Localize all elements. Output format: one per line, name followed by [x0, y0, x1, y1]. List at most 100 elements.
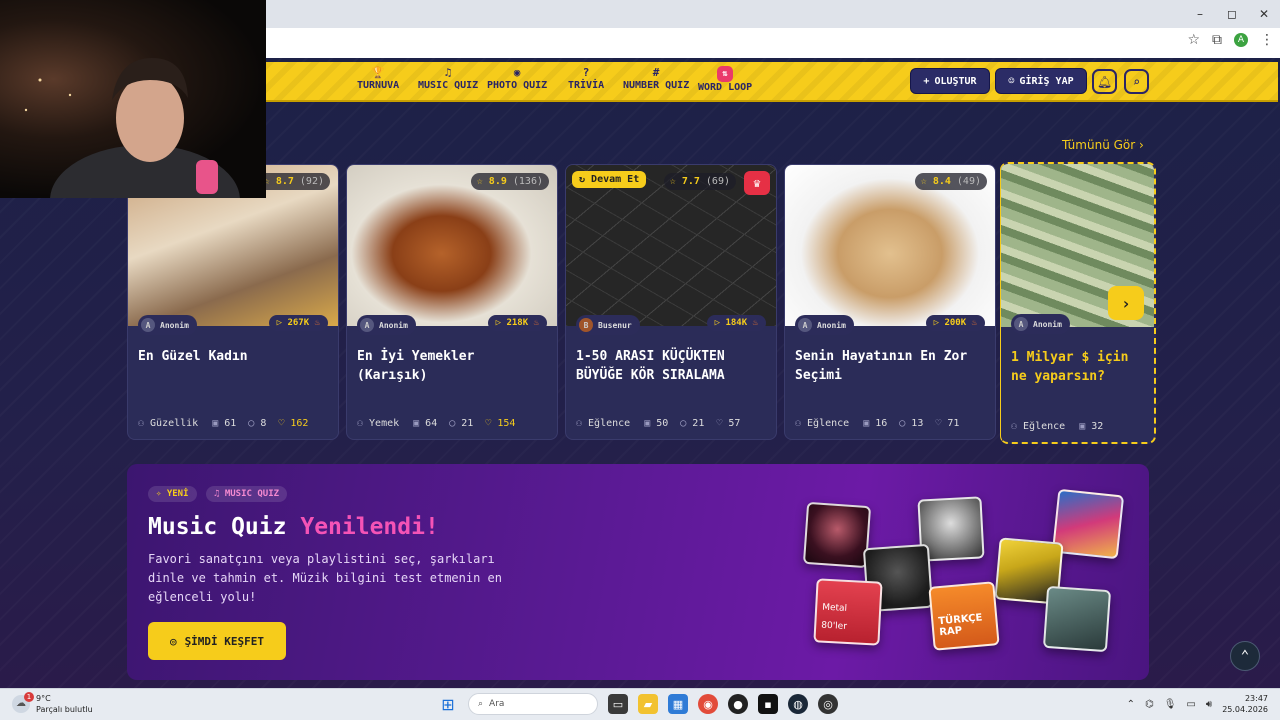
questions-icon: ▣: [1079, 421, 1086, 432]
card-stats: ⚇ Yemek ▣ 64 ◯ 21 ♡ 154: [357, 418, 547, 429]
trophy-icon: 🏆: [371, 66, 385, 79]
quiz-card[interactable]: ↻ Devam Et ☆ 7.7 (69) ♛ B Busenur ▷ 184K …: [565, 164, 777, 440]
rating-value: 8.9: [488, 176, 507, 187]
weather-badge: 1: [24, 692, 34, 702]
clock-date: 25.04.2026: [1222, 705, 1268, 714]
volume-icon[interactable]: 🔊︎: [1206, 699, 1212, 710]
nav-trivia[interactable]: ? TRİVİA: [568, 66, 604, 91]
question-count: 32: [1091, 421, 1104, 432]
store-icon[interactable]: ▦: [668, 694, 688, 714]
author-pill[interactable]: A Anonim: [795, 315, 854, 335]
play-count: ▷ 218K ♨: [487, 315, 547, 331]
microphone-icon[interactable]: 🎙︎: [1164, 699, 1177, 710]
play-count-value: 184K: [725, 318, 748, 328]
see-all-link[interactable]: Tümünü Gör ›: [1062, 138, 1144, 152]
clock[interactable]: 23:47 25.04.2026: [1222, 693, 1268, 715]
discover-button[interactable]: ◎ ŞİMDİ KEŞFET: [148, 622, 286, 660]
nav-music-quiz[interactable]: ♫ MUSIC QUIZ: [418, 66, 478, 91]
chevron-right-icon: ›: [1121, 293, 1131, 313]
rating-badge: ☆ 8.4 (49): [914, 173, 987, 190]
tile-label: TÜRKÇE RAP: [937, 612, 983, 639]
comment-count: 8: [260, 418, 267, 429]
terminal-icon[interactable]: ▪: [758, 694, 778, 714]
browser-menu-icon[interactable]: ⋮: [1260, 32, 1274, 48]
quiz-card[interactable]: ☆ 8.9 (136) A Anonim ▷ 218K ♨ En İyi Yeme…: [346, 164, 558, 440]
card-stats: ⚇ Güzellik ▣ 61 ◯ 8 ♡ 162: [138, 418, 328, 429]
site-navbar: 🏆 TURNUVA ♫ MUSIC QUIZ ◉ PHOTO QUIZ ? TR…: [266, 62, 1278, 102]
search-button[interactable]: ⌕: [1124, 69, 1149, 94]
windows-start-icon[interactable]: ⊞: [438, 694, 458, 714]
card-stats: ⚇ Eğlence ▣ 16 ◯ 13 ♡ 71: [795, 418, 985, 429]
extensions-icon[interactable]: ⧉: [1212, 32, 1222, 48]
notifications-button[interactable]: 🔔︎: [1092, 69, 1117, 94]
rating-count: (136): [512, 176, 543, 187]
heart-icon[interactable]: ♡: [278, 418, 284, 429]
category-label: Eğlence: [1023, 421, 1066, 432]
fire-icon: ♨: [314, 318, 320, 328]
carousel-next-button[interactable]: ›: [1108, 286, 1144, 320]
obs-icon[interactable]: ◎: [818, 694, 838, 714]
category-label: Eğlence: [588, 418, 631, 429]
bookmark-star-icon[interactable]: ☆: [1187, 32, 1200, 48]
create-button[interactable]: + OLUŞTUR: [910, 68, 990, 94]
nav-label: TRİVİA: [568, 80, 605, 91]
chrome-icon[interactable]: ◉: [698, 694, 718, 714]
author-pill[interactable]: A Anonim: [357, 315, 416, 335]
heart-icon[interactable]: ♡: [485, 418, 491, 429]
taskbar-apps: ⊞ ⌕ Ara ▭ ▰ ▦ ◉ ● ▪ ◍ ◎: [438, 693, 838, 715]
crown-icon: ♛: [744, 171, 770, 195]
author-pill[interactable]: B Busenur: [576, 315, 640, 335]
weather-widget[interactable]: ☁ 1 9°C Parçalı bulutlu: [12, 692, 93, 715]
author-pill[interactable]: A Anonim: [1011, 314, 1070, 334]
nav-turnuva[interactable]: 🏆 TURNUVA: [357, 66, 399, 91]
question-count: 50: [656, 418, 669, 429]
file-explorer-icon[interactable]: ▰: [638, 694, 658, 714]
display-icon[interactable]: ▭: [1186, 699, 1195, 710]
album-tile-rap: TÜRKÇE RAP: [928, 581, 1000, 651]
like-count: 162: [290, 418, 309, 429]
app-icon[interactable]: ●: [728, 694, 748, 714]
rating-badge: ☆ 8.7 (92): [257, 173, 330, 190]
rating-value: 8.4: [932, 176, 951, 187]
browser-toolbar: ☆ ⧉ A ⋮: [1187, 32, 1274, 48]
like-count: 57: [728, 418, 741, 429]
card-title: 1 Milyar $ için ne yaparsın?: [1011, 350, 1129, 384]
temperature: 9°C: [36, 694, 51, 703]
author-pill[interactable]: A Anonim: [138, 315, 197, 335]
play-count: ▷ 184K ♨: [706, 315, 766, 331]
heart-icon[interactable]: ♡: [716, 418, 722, 429]
close-button[interactable]: ✕: [1248, 0, 1280, 28]
webcam-overlay: [0, 0, 266, 198]
nav-number-quiz[interactable]: # NUMBER QUIZ: [623, 66, 689, 91]
category-label: Güzellik: [150, 418, 199, 429]
taskbar-search[interactable]: ⌕ Ara: [468, 693, 598, 715]
login-button[interactable]: ☺ GİRİŞ YAP: [995, 68, 1087, 94]
chevron-up-icon[interactable]: ⌃: [1127, 699, 1135, 710]
disc-icon: ◎: [169, 634, 177, 648]
fire-icon: ♨: [752, 318, 758, 328]
task-view-icon[interactable]: ▭: [608, 694, 628, 714]
clock-time: 23:47: [1244, 694, 1268, 703]
card-stats: ⚇ Eğlence ▣ 32: [1011, 421, 1144, 432]
category-icon: ⚇: [357, 418, 364, 429]
cta-label: ŞİMDİ KEŞFET: [184, 634, 265, 648]
nav-photo-quiz[interactable]: ◉ PHOTO QUIZ: [487, 66, 547, 91]
category-label: Eğlence: [807, 418, 850, 429]
network-icon[interactable]: ⌬: [1145, 699, 1154, 710]
heart-icon[interactable]: ♡: [935, 418, 941, 429]
quiz-card[interactable]: ☆ 8.4 (49) A Anonim ▷ 200K ♨ Senin Hayatı…: [784, 164, 996, 440]
author-name: Busenur: [598, 320, 632, 330]
nav-label: PHOTO QUIZ: [487, 80, 548, 91]
steam-icon[interactable]: ◍: [788, 694, 808, 714]
continue-badge[interactable]: ↻ Devam Et: [572, 171, 647, 188]
quiz-card[interactable]: ☆ 8.7 (92) A Anonim ▷ 267K ♨ En Güzel Kad…: [127, 164, 339, 440]
new-chip-label: YENİ: [166, 489, 189, 499]
scroll-to-top-button[interactable]: ⌃: [1230, 641, 1260, 671]
nav-word-loop[interactable]: ⇅ WORD LOOP: [698, 66, 752, 93]
profile-avatar[interactable]: A: [1234, 33, 1248, 47]
questions-icon: ▣: [413, 418, 420, 429]
maximize-button[interactable]: ◻: [1216, 0, 1248, 28]
fire-icon: ♨: [533, 318, 539, 328]
minimize-button[interactable]: –: [1184, 0, 1216, 28]
cloud-icon: ☁ 1: [12, 692, 34, 713]
